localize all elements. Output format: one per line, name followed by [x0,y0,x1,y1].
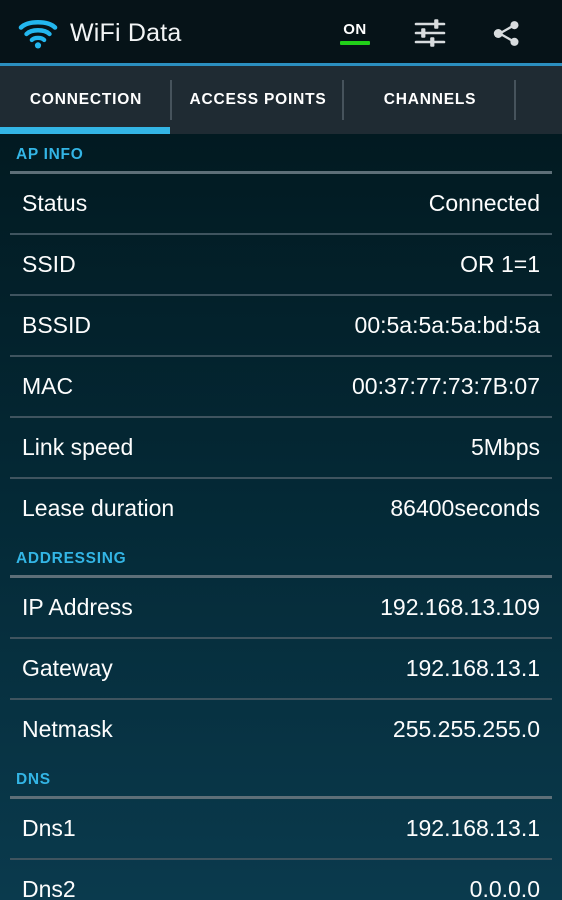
section-title: ADDRESSING [16,550,127,567]
wifi-on-toggle-indicator [340,40,370,45]
wifi-icon [18,17,58,49]
sliders-settings-icon [413,17,447,49]
table-row[interactable]: Netmask 255.255.255.0 [0,700,562,759]
tab-bar: CONNECTION ACCESS POINTS CHANNELS [0,66,562,134]
row-value: 00:5a:5a:5a:bd:5a [354,312,540,338]
row-label: Netmask [22,716,113,742]
row-label: Lease duration [22,495,175,521]
row-label: MAC [22,373,74,399]
action-bar: WiFi Data ON [0,0,562,66]
row-label: Status [22,190,88,216]
share-icon [491,18,522,49]
row-value: 0.0.0.0 [469,876,540,900]
row-label: Gateway [22,655,113,681]
tab-separator [514,80,516,120]
row-value: 255.255.255.0 [392,716,540,742]
row-value: 192.168.13.1 [405,655,540,681]
row-value: 86400seconds [390,495,540,521]
table-row[interactable]: Status Connected [0,174,562,233]
tab-connection-label: CONNECTION [29,91,143,108]
tab-access-points[interactable]: ACCESS POINTS [172,66,344,134]
action-bar-actions: ON [318,0,544,66]
wifi-on-toggle[interactable]: ON [318,0,392,66]
row-value: OR 1=1 [460,251,540,277]
row-label: BSSID [22,312,92,338]
row-value: 5Mbps [470,434,540,460]
table-row[interactable]: Link speed 5Mbps [0,418,562,477]
tab-channels[interactable]: CHANNELS [344,66,516,134]
table-row[interactable]: Dns1 192.168.13.1 [0,799,562,858]
tab-active-indicator [0,127,170,134]
table-row[interactable]: IP Address 192.168.13.109 [0,578,562,637]
row-label: IP Address [22,594,133,620]
table-row[interactable]: Dns2 0.0.0.0 [0,860,562,900]
row-value: 192.168.13.1 [405,815,540,841]
share-button[interactable] [468,0,544,66]
section-title: AP INFO [16,146,84,163]
tab-channels-label: CHANNELS [383,91,477,108]
section-header-addressing: ADDRESSING [0,538,562,575]
row-value: 192.168.13.109 [380,594,540,620]
tab-connection[interactable]: CONNECTION [0,66,172,134]
table-row[interactable]: SSID OR 1=1 [0,235,562,294]
row-value: Connected [428,190,540,216]
row-label: Link speed [22,434,134,460]
row-label: Dns2 [22,876,76,900]
section-title: DNS [16,771,51,788]
tab-access-points-label: ACCESS POINTS [189,91,327,108]
app-title: WiFi Data [70,18,182,47]
connection-details-list: AP INFO Status Connected SSID OR 1=1 BSS… [0,134,562,900]
app-root: WiFi Data ON CONNECTION ACCESS POINTS CH… [0,0,562,900]
section-header-dns: DNS [0,759,562,796]
settings-button[interactable] [392,0,468,66]
row-value: 00:37:77:73:7B:07 [352,373,540,399]
table-row[interactable]: MAC 00:37:77:73:7B:07 [0,357,562,416]
table-row[interactable]: Lease duration 86400seconds [0,479,562,538]
row-label: Dns1 [22,815,76,841]
app-brand: WiFi Data [18,17,318,49]
table-row[interactable]: Gateway 192.168.13.1 [0,639,562,698]
wifi-on-toggle-label: ON [343,20,367,38]
table-row[interactable]: BSSID 00:5a:5a:5a:bd:5a [0,296,562,355]
section-header-ap-info: AP INFO [0,134,562,171]
row-label: SSID [22,251,76,277]
connection-details-scroll[interactable]: AP INFO Status Connected SSID OR 1=1 BSS… [0,134,562,900]
